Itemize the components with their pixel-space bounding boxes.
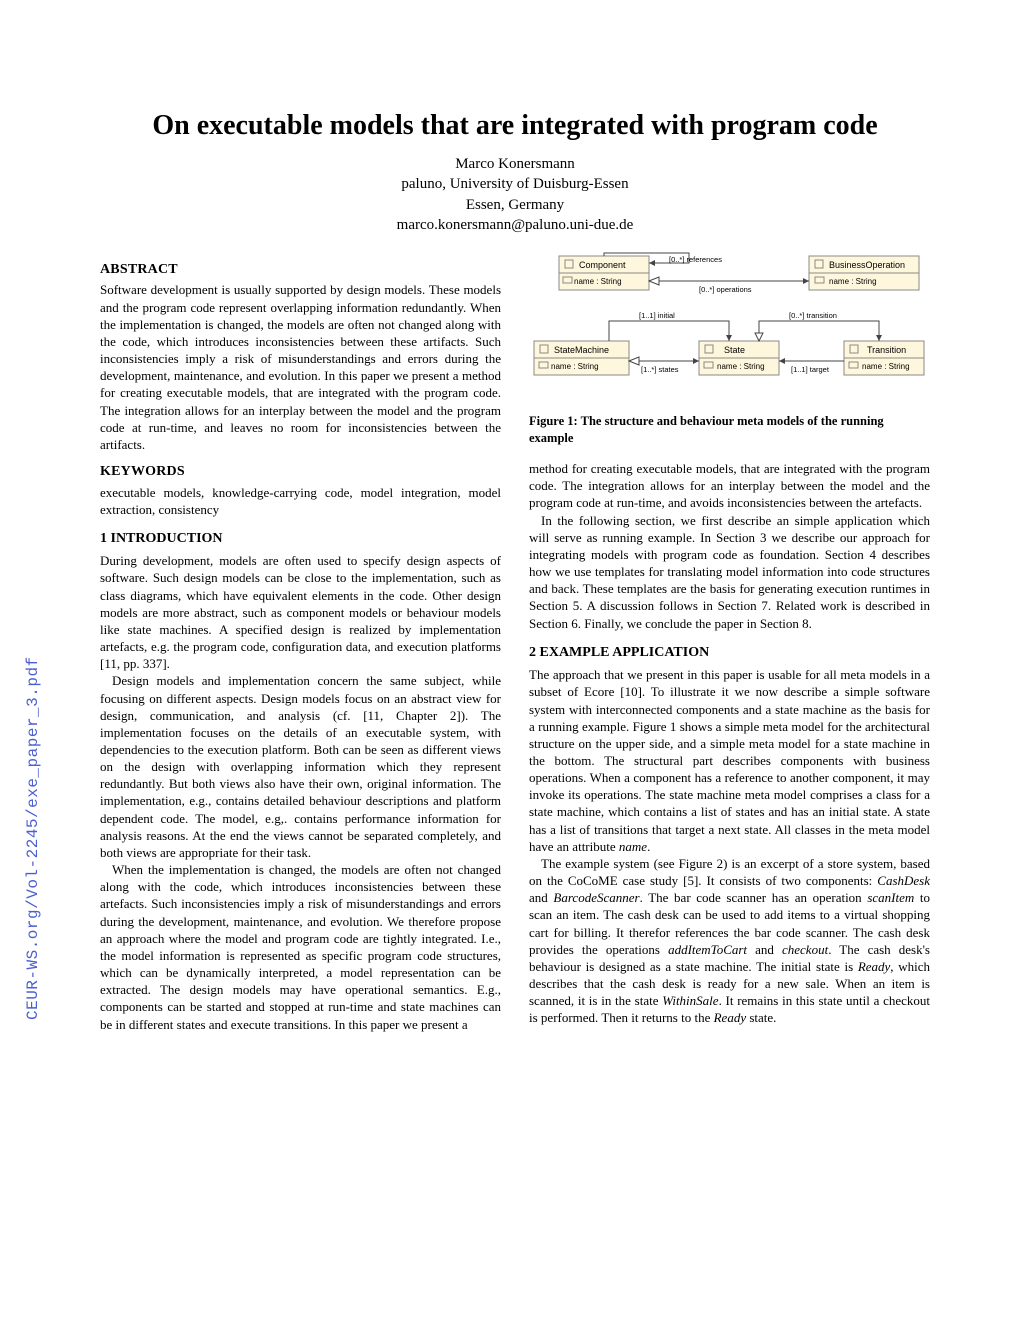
author-city: Essen, Germany xyxy=(100,195,930,215)
two-column-layout: ABSTRACT Software development is usually… xyxy=(100,251,930,1033)
right-column: Component name : String [0..*] reference… xyxy=(529,251,930,1033)
col2-lead: method for creating executable models, t… xyxy=(529,460,930,511)
author-name: Marco Konersmann xyxy=(100,154,930,174)
section2-p2-em4: addItemToCart xyxy=(668,942,747,957)
section2-p2-em7: WithinSale xyxy=(662,993,718,1008)
paper-title: On executable models that are integrated… xyxy=(100,110,930,142)
sidebar-url: CEUR-WS.org/Vol-2245/exe_paper_3.pdf xyxy=(24,656,42,1020)
section2-p2-em6: Ready xyxy=(858,959,890,974)
uml-references-label: [0..*] references xyxy=(669,255,722,264)
author-email: marco.konersmann@paluno.uni-due.de xyxy=(100,215,930,235)
uml-bop-attr: name : String xyxy=(829,277,877,286)
col2-outline: In the following section, we first descr… xyxy=(529,512,930,632)
abstract-heading: ABSTRACT xyxy=(100,261,501,279)
uml-state-attr: name : String xyxy=(717,362,765,371)
section2-p2e: and xyxy=(747,942,782,957)
section1-heading: 1 INTRODUCTION xyxy=(100,530,501,548)
section2-p2: The example system (see Figure 2) is an … xyxy=(529,855,930,1027)
uml-initial-label: [1..1] initial xyxy=(639,311,675,320)
section1-p3: When the implementation is changed, the … xyxy=(100,861,501,1033)
section2-p2b: and xyxy=(529,890,553,905)
uml-operations-label: [0..*] operations xyxy=(699,285,752,294)
uml-sm-attr: name : String xyxy=(551,362,599,371)
section2-p1-em: name xyxy=(619,839,647,854)
uml-states-label: [1..*] states xyxy=(641,365,679,374)
uml-bop-label: BusinessOperation xyxy=(829,260,905,270)
uml-sm-label: StateMachine xyxy=(554,345,609,355)
author-affiliation: paluno, University of Duisburg-Essen xyxy=(100,174,930,194)
left-column: ABSTRACT Software development is usually… xyxy=(100,251,501,1033)
section2-p1b: . xyxy=(647,839,650,854)
section2-p2-em1: CashDesk xyxy=(877,873,930,888)
page-content: On executable models that are integrated… xyxy=(0,0,1020,1093)
section2-p2-em8: Ready xyxy=(714,1010,746,1025)
uml-component-attr: name : String xyxy=(574,277,622,286)
author-block: Marco Konersmann paluno, University of D… xyxy=(100,154,930,235)
section2-p1a: The approach that we present in this pap… xyxy=(529,667,930,854)
uml-target-label: [1..1] target xyxy=(791,365,830,374)
section2-p1: The approach that we present in this pap… xyxy=(529,666,930,855)
section2-p2-em3: scanItem xyxy=(867,890,914,905)
section2-p2-em5: checkout xyxy=(782,942,828,957)
uml-state-label: State xyxy=(724,345,745,355)
section1-p1: During development, models are often use… xyxy=(100,552,501,672)
uml-transition-label: Transition xyxy=(867,345,906,355)
section2-p2-em2: BarcodeScanner xyxy=(553,890,639,905)
section2-p2c: . The bar code scanner has an operation xyxy=(640,890,868,905)
keywords-heading: KEYWORDS xyxy=(100,463,501,481)
uml-transition-attr: name : String xyxy=(862,362,910,371)
section2-p2i: state. xyxy=(746,1010,776,1025)
abstract-text: Software development is usually supporte… xyxy=(100,281,501,453)
uml-svg: Component name : String [0..*] reference… xyxy=(529,251,929,401)
figure1-diagram: Component name : String [0..*] reference… xyxy=(529,251,930,405)
section2-p2a: The example system (see Figure 2) is an … xyxy=(529,856,930,888)
section2-heading: 2 EXAMPLE APPLICATION xyxy=(529,644,930,662)
section1-p2: Design models and implementation concern… xyxy=(100,672,501,861)
uml-trans-label: [0..*] transition xyxy=(789,311,837,320)
uml-component-label: Component xyxy=(579,260,626,270)
keywords-text: executable models, knowledge-carrying co… xyxy=(100,484,501,518)
figure1-caption: Figure 1: The structure and behaviour me… xyxy=(529,413,930,446)
